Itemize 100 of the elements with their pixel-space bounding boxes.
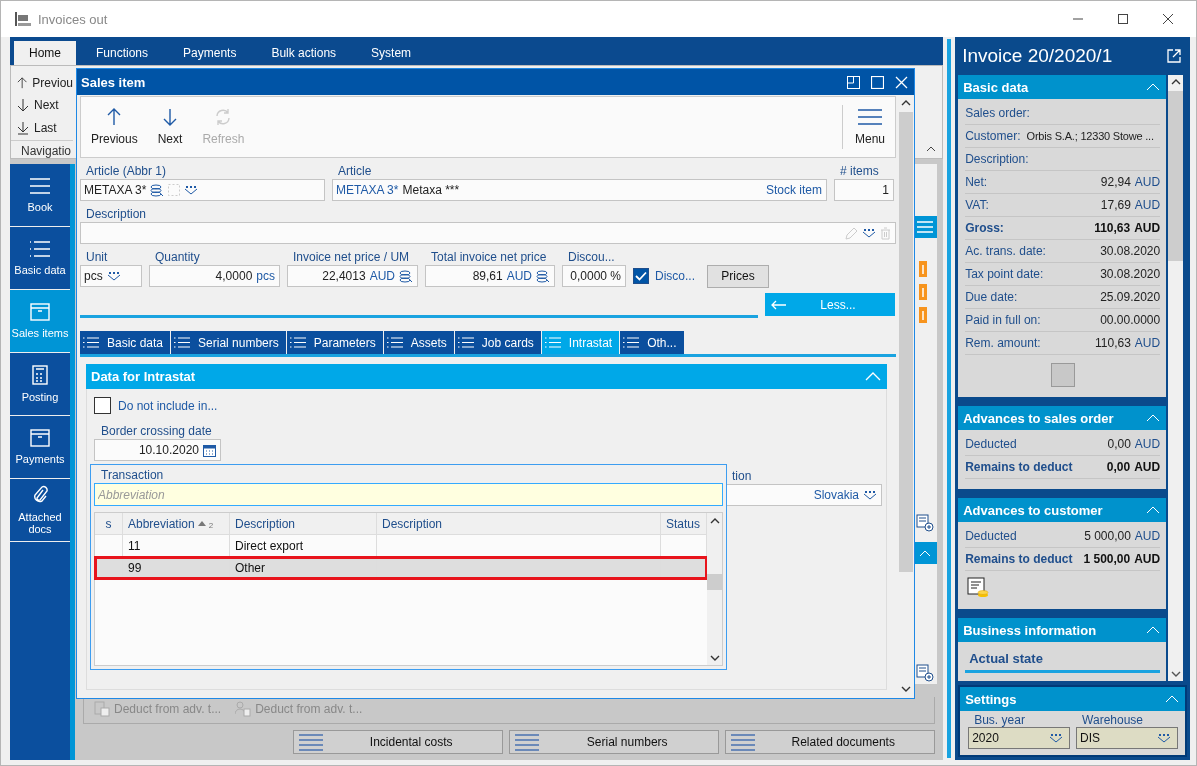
nav-item[interactable]: Posting bbox=[10, 353, 70, 416]
nav-item[interactable]: Payments bbox=[10, 416, 70, 479]
scrollbar[interactable] bbox=[707, 513, 722, 665]
combo-box[interactable]: pcs bbox=[80, 265, 142, 287]
chevron-up-icon[interactable] bbox=[919, 549, 931, 557]
ribbon-tab[interactable]: Home bbox=[14, 41, 76, 65]
ribbon-tab[interactable]: Payments bbox=[168, 41, 252, 65]
ribbon-tab[interactable]: Bulk actions bbox=[256, 41, 352, 65]
footer-button[interactable]: Incidental costs bbox=[293, 730, 504, 754]
scroll-down-icon[interactable] bbox=[1170, 671, 1181, 677]
tab[interactable]: Parameters bbox=[286, 331, 383, 354]
field-label: Invoice net price / UM bbox=[292, 250, 411, 265]
field-label: Rem. amount: bbox=[965, 336, 1041, 350]
scroll-down-icon[interactable] bbox=[709, 655, 720, 661]
nav-item[interactable]: Book bbox=[10, 164, 70, 227]
toolbar-button[interactable]: Next bbox=[147, 97, 193, 157]
section-header[interactable]: Basic data bbox=[958, 75, 1167, 99]
section-header[interactable]: Business information bbox=[958, 618, 1167, 642]
trash-icon bbox=[880, 226, 891, 240]
ribbon-tab[interactable]: System bbox=[356, 41, 427, 65]
menu-button[interactable]: Menu bbox=[842, 105, 896, 149]
scroll-thumb[interactable] bbox=[1168, 91, 1184, 261]
collapse-icon[interactable] bbox=[926, 146, 937, 152]
checkbox[interactable] bbox=[633, 268, 649, 284]
footer-button[interactable]: Serial numbers bbox=[509, 730, 720, 754]
footer-button[interactable]: Related documents bbox=[725, 730, 936, 754]
tab[interactable]: Oth... bbox=[620, 331, 684, 354]
toolbar-button[interactable]: Previous bbox=[81, 97, 148, 157]
popout-icon[interactable] bbox=[1167, 49, 1181, 63]
scroll-up-icon[interactable] bbox=[901, 100, 911, 106]
input-field[interactable]: METAXA 3* bbox=[80, 179, 325, 201]
dropdown-icon bbox=[863, 490, 877, 500]
combo-box[interactable]: DIS bbox=[1076, 727, 1178, 749]
dropdown-icon bbox=[862, 228, 876, 238]
field-label: Tax point date: bbox=[965, 267, 1044, 281]
tab[interactable]: Serial numbers bbox=[171, 331, 286, 354]
date-field[interactable]: 10.10.2020 bbox=[94, 439, 221, 461]
list-icon bbox=[623, 337, 640, 348]
table-cell: 99 bbox=[128, 561, 142, 575]
scrollbar[interactable] bbox=[1168, 75, 1184, 681]
refresh-icon bbox=[214, 108, 233, 126]
list-icon bbox=[174, 337, 191, 348]
ribbon-button[interactable]: Next bbox=[11, 94, 73, 117]
invoice-title: Invoice 20/2020/1 bbox=[962, 45, 1113, 67]
section-header[interactable]: Settings bbox=[960, 687, 1185, 711]
add-document-icon[interactable] bbox=[916, 664, 934, 682]
column-header[interactable]: s bbox=[95, 513, 123, 534]
currency-label: AUD bbox=[1134, 437, 1161, 451]
field-label: VAT: bbox=[965, 198, 989, 212]
currency-label: AUD bbox=[1134, 221, 1161, 235]
maximize-icon[interactable] bbox=[1117, 13, 1129, 25]
scroll-up-icon[interactable] bbox=[709, 518, 720, 524]
ribbon-button[interactable]: Previou bbox=[11, 72, 73, 95]
down-arrow-icon bbox=[17, 98, 29, 113]
chevron-up-icon bbox=[865, 372, 882, 381]
scroll-up-icon[interactable] bbox=[1170, 79, 1181, 85]
field-label: Ac. trans. date: bbox=[965, 244, 1046, 258]
document-coins-icon[interactable] bbox=[967, 577, 990, 599]
currency-label: AUD bbox=[1134, 175, 1161, 189]
input-field[interactable] bbox=[80, 222, 896, 244]
menu-icon bbox=[858, 108, 882, 126]
tab[interactable]: Job cards bbox=[454, 331, 541, 354]
scroll-thumb[interactable] bbox=[707, 574, 722, 590]
column-header[interactable]: Abbreviation 2 bbox=[123, 513, 230, 534]
article-code: METAXA 3* bbox=[336, 183, 399, 197]
close-icon[interactable] bbox=[1162, 13, 1174, 25]
field-label: Customer: bbox=[965, 129, 1021, 143]
dropdown-icon bbox=[1157, 733, 1171, 743]
calculator-icon bbox=[32, 365, 48, 385]
chevron-up-icon bbox=[1146, 414, 1161, 422]
combo-box[interactable]: 2020 bbox=[968, 727, 1071, 749]
input-field[interactable]: 89,61 AUD bbox=[425, 265, 555, 287]
restore-icon[interactable] bbox=[847, 75, 860, 89]
column-header[interactable]: Description bbox=[377, 513, 661, 534]
splitter-handle[interactable] bbox=[947, 39, 952, 758]
ribbon-button[interactable]: Last bbox=[11, 116, 73, 139]
field-value: Orbis S.A.; 12330 Stowe ... bbox=[1026, 130, 1154, 142]
sort-up-icon bbox=[197, 521, 206, 526]
input-field[interactable]: 1 bbox=[834, 179, 894, 201]
prices-button[interactable]: Prices bbox=[707, 264, 769, 288]
nav-item[interactable]: Attached docs bbox=[10, 479, 70, 542]
input-field[interactable]: 0,0000 % bbox=[562, 265, 626, 287]
input-field[interactable]: 22,4013 AUD bbox=[287, 265, 418, 287]
table-row[interactable]: 99 Other bbox=[95, 557, 707, 579]
ribbon-tab[interactable]: Functions bbox=[81, 41, 164, 65]
add-document-icon[interactable] bbox=[916, 514, 934, 532]
scroll-thumb[interactable] bbox=[899, 112, 913, 572]
search-field[interactable]: Abbreviation bbox=[94, 483, 723, 506]
list-icon bbox=[83, 337, 99, 348]
combo-box[interactable]: Slovakia bbox=[726, 484, 882, 506]
section-header[interactable]: Advances to customer bbox=[958, 498, 1167, 522]
section-header[interactable]: Advances to sales order bbox=[958, 406, 1167, 430]
scroll-down-icon[interactable] bbox=[901, 686, 911, 692]
input-field[interactable]: 4,0000 pcs bbox=[149, 265, 280, 287]
checkbox[interactable] bbox=[94, 397, 111, 414]
column-header[interactable]: Description bbox=[230, 513, 377, 534]
tab[interactable]: Basic data bbox=[80, 331, 171, 354]
chevron-up-icon bbox=[1146, 506, 1161, 514]
tab[interactable]: Assets bbox=[383, 331, 454, 354]
input-field[interactable]: METAXA 3* Metaxa *** Stock item bbox=[332, 179, 827, 201]
